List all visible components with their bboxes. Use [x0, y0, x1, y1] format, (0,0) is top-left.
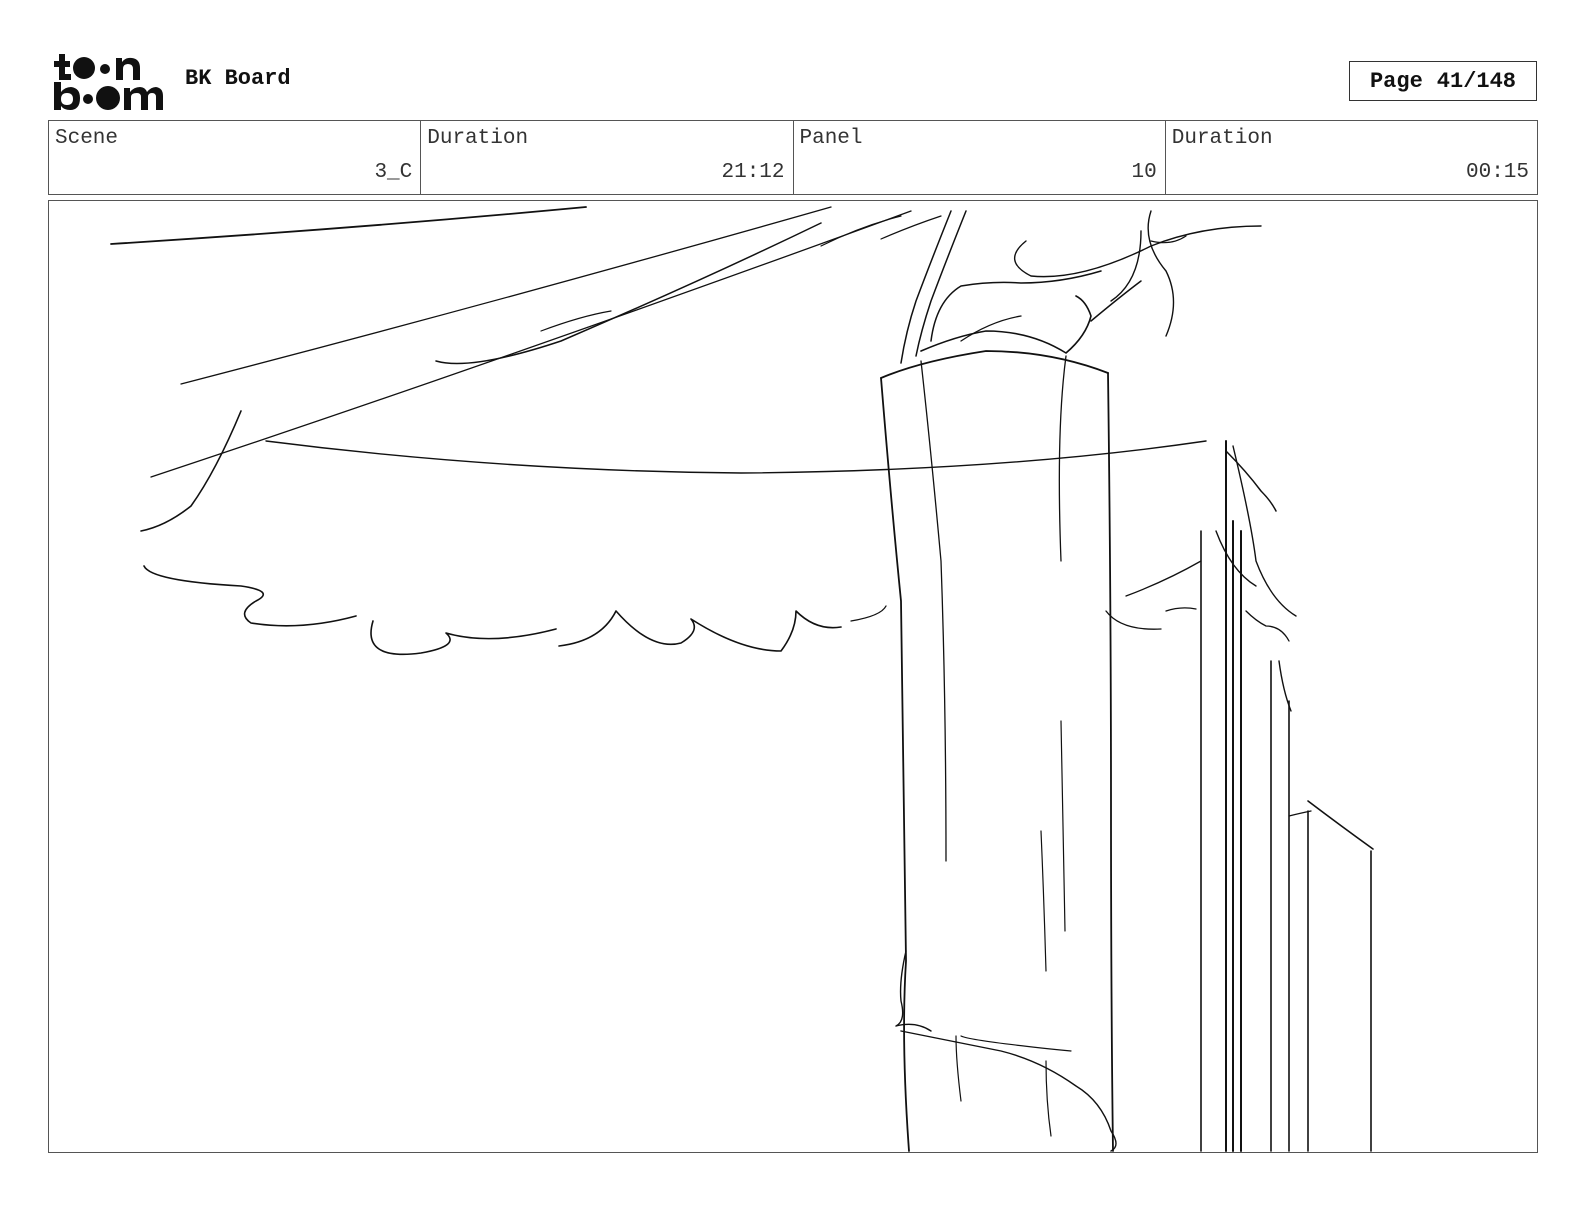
chimney-outline — [955, 1035, 962, 1102]
chimney-outline — [960, 1035, 1072, 1052]
page-number: 41/148 — [1436, 68, 1517, 94]
sketch-line — [1105, 610, 1162, 630]
scene-duration-cell: Duration 21:12 — [421, 121, 794, 194]
chimney-outline — [1060, 720, 1066, 932]
sketch-line — [1125, 560, 1202, 597]
chimney-outline — [900, 1030, 1117, 1152]
scene-label: Scene — [55, 127, 119, 150]
sketch-line — [960, 315, 1022, 342]
sketch-line — [930, 270, 1102, 342]
sketch-line — [143, 565, 357, 627]
sketch-line — [265, 440, 1207, 474]
project-title: BK Board — [185, 66, 291, 91]
page-label: Page — [1369, 68, 1423, 94]
sketch-line — [435, 222, 822, 365]
sketch-line — [900, 210, 952, 364]
chimney-outline — [920, 360, 947, 862]
scene-duration-value: 21:12 — [721, 161, 785, 184]
sketch-line — [110, 206, 587, 245]
building-line — [1232, 445, 1297, 617]
sketch-line — [540, 310, 612, 332]
sketch-line — [1014, 225, 1262, 278]
sketch-line — [140, 410, 242, 532]
building-line — [1215, 530, 1257, 587]
sketch-line — [1147, 210, 1175, 337]
sketch-line — [558, 610, 842, 652]
panel-duration-cell: Duration 00:15 — [1166, 121, 1537, 194]
building-line — [1245, 610, 1290, 642]
chimney-outline — [1040, 830, 1047, 972]
chimney-outline — [895, 950, 932, 1032]
sketch-line — [820, 215, 902, 247]
chimney-outline — [880, 377, 910, 1152]
chimney-outline — [1045, 1060, 1052, 1137]
toonboom-logo — [54, 54, 163, 110]
storyboard-panel — [48, 200, 1538, 1153]
panel-label: Panel — [799, 127, 863, 150]
page-indicator: Page 41/148 — [1349, 61, 1537, 101]
scene-duration-label: Duration — [427, 127, 529, 150]
panel-duration-label: Duration — [1171, 127, 1273, 150]
sketch-line — [915, 210, 967, 357]
building-line — [1225, 450, 1277, 512]
panel-value: 10 — [1131, 161, 1157, 184]
building-line — [1307, 800, 1374, 850]
chimney-outline — [1107, 372, 1114, 1152]
panel-info-bar: Scene 3_C Duration 21:12 Panel 10 Durati… — [48, 120, 1538, 195]
sketch-line — [370, 620, 557, 656]
panel-sketch — [110, 206, 1374, 1152]
sketch-line — [1165, 607, 1197, 612]
scene-cell: Scene 3_C — [49, 121, 422, 194]
sketch-line — [1090, 280, 1142, 322]
sketch-line — [920, 295, 1092, 354]
sketch-line — [850, 605, 887, 622]
panel-duration-value: 00:15 — [1465, 161, 1529, 184]
sketch-line — [150, 210, 912, 478]
sketch-line — [1110, 230, 1142, 302]
chimney-outline — [880, 350, 1109, 379]
scene-value: 3_C — [374, 161, 413, 184]
panel-cell: Panel 10 — [794, 121, 1166, 194]
